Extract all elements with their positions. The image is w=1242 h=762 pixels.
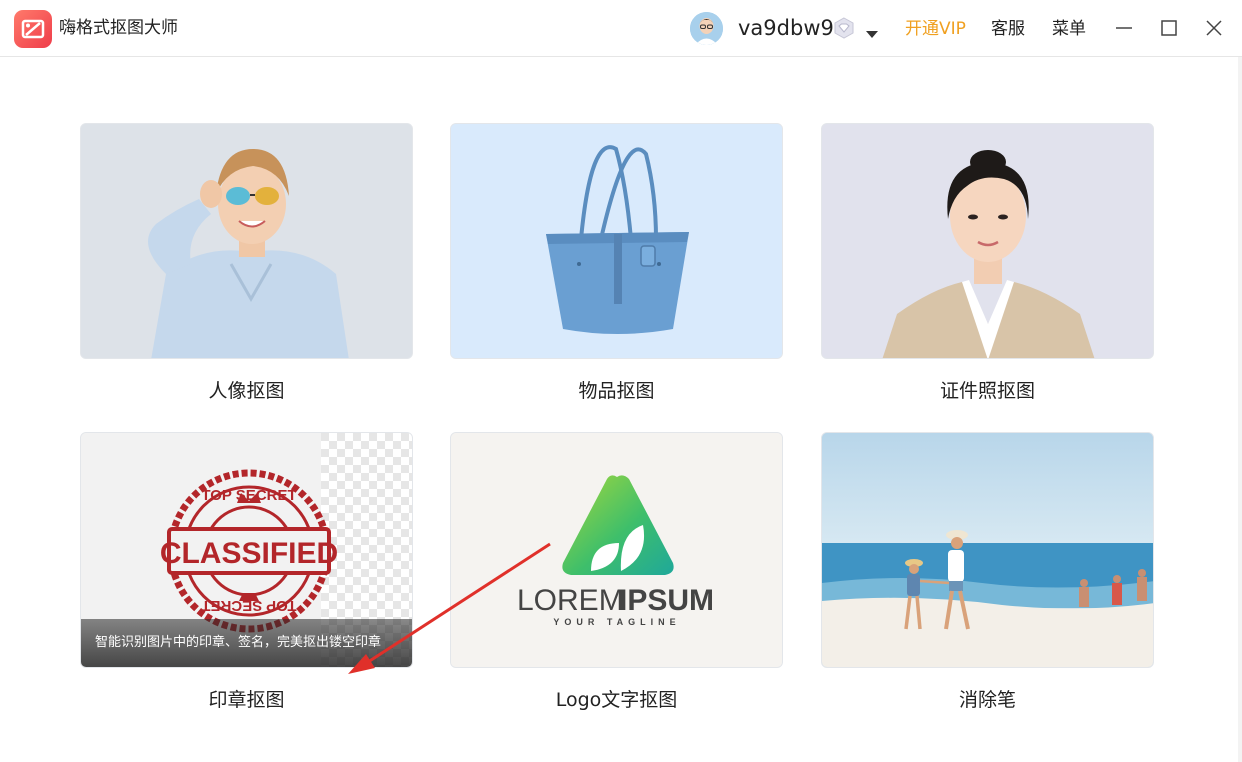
username: va9dbw9 <box>738 16 834 40</box>
id-photo-image <box>822 124 1153 358</box>
app-logo-icon <box>14 10 52 48</box>
stamp-feature-tooltip: 智能识别图片中的印章、签名，完美抠出镂空印章 <box>81 619 412 667</box>
stamp-main-text: CLASSIFIED <box>160 537 338 570</box>
eraser-pen-card[interactable] <box>821 432 1154 668</box>
portrait-cutout-label[interactable]: 人像抠图 <box>80 378 413 404</box>
logo-image: LOREM IPSUM YOUR TAGLINE <box>451 433 782 667</box>
logo-text-cutout-card[interactable]: LOREM IPSUM YOUR TAGLINE <box>450 432 783 668</box>
title-bar: 嗨格式抠图大师 va9dbw9 开通VIP 客服 菜单 <box>0 0 1242 57</box>
portrait-image <box>81 124 412 358</box>
vip-diamond-icon <box>832 16 856 44</box>
handbag-image <box>451 124 782 358</box>
logo-text-light: LOREM <box>517 584 624 617</box>
id-photo-card[interactable] <box>821 123 1154 359</box>
logo-tagline: YOUR TAGLINE <box>553 617 680 627</box>
id-photo-label[interactable]: 证件照抠图 <box>821 378 1154 404</box>
portrait-cutout-card[interactable] <box>80 123 413 359</box>
close-icon[interactable] <box>1204 18 1224 38</box>
stamp-bottom-text: TOP SECRET <box>201 597 296 614</box>
eraser-pen-label[interactable]: 消除笔 <box>821 687 1154 713</box>
object-cutout-label[interactable]: 物品抠图 <box>450 378 783 404</box>
beach-image <box>822 433 1153 667</box>
customer-service-link[interactable]: 客服 <box>991 17 1025 41</box>
minimize-icon[interactable] <box>1114 18 1134 38</box>
stamp-cutout-card[interactable]: CLASSIFIED TOP SECRET TOP SECRET 智能识别图片中… <box>80 432 413 668</box>
menu-link[interactable]: 菜单 <box>1052 17 1086 41</box>
stamp-cutout-label[interactable]: 印章抠图 <box>80 687 413 713</box>
chevron-down-icon[interactable] <box>866 24 878 43</box>
logo-text-cutout-label[interactable]: Logo文字抠图 <box>450 687 783 713</box>
open-vip-link[interactable]: 开通VIP <box>905 17 966 41</box>
object-cutout-card[interactable] <box>450 123 783 359</box>
user-avatar[interactable] <box>690 12 723 45</box>
app-title: 嗨格式抠图大师 <box>59 18 178 38</box>
stamp-top-text: TOP SECRET <box>201 487 296 504</box>
scrollbar-track[interactable] <box>1238 57 1242 762</box>
maximize-icon[interactable] <box>1159 18 1179 38</box>
logo-text-bold: IPSUM <box>619 584 714 617</box>
